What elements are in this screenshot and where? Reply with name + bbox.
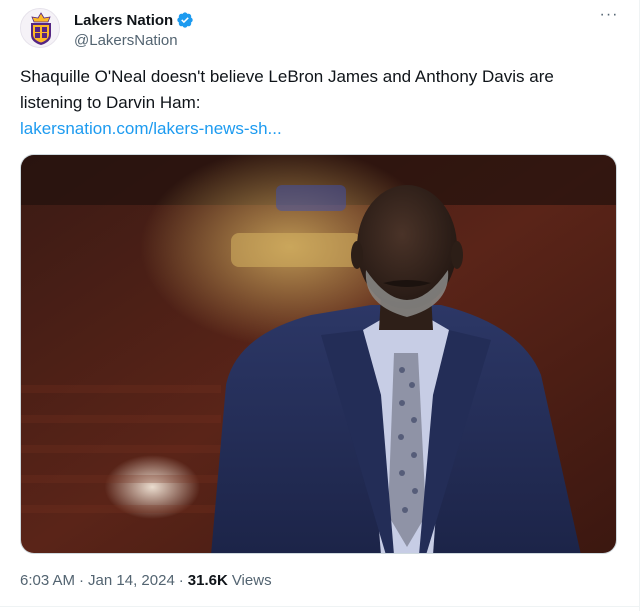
views-label: Views <box>231 572 272 589</box>
tweet-time[interactable]: 6:03 AM <box>20 572 75 589</box>
lakers-crest-logo <box>21 9 59 47</box>
tweet-date[interactable]: Jan 14, 2024 <box>88 572 175 589</box>
more-options-icon[interactable]: ··· <box>598 7 620 28</box>
display-name[interactable]: Lakers Nation <box>74 12 173 29</box>
tweet-text: Shaquille O'Neal doesn't believe LeBron … <box>20 67 554 112</box>
tweet-meta: 6:03 AM · Jan 14, 2024 · 31.6K Views <box>20 572 272 589</box>
meta-separator: · <box>79 572 85 589</box>
views-count[interactable]: 31.6K <box>188 572 228 589</box>
account-names: Lakers Nation @LakersNation <box>74 10 194 49</box>
tweet-media-image[interactable] <box>20 154 617 554</box>
tweet-header: Lakers Nation @LakersNation ··· <box>20 7 620 50</box>
tweet-link[interactable]: lakersnation.com/lakers-news-sh... <box>20 116 282 142</box>
account-handle[interactable]: @LakersNation <box>74 32 194 49</box>
photo-man-in-suit <box>21 155 616 553</box>
meta-separator: · <box>178 572 184 589</box>
verified-badge-icon[interactable] <box>176 11 194 29</box>
divider <box>0 606 640 607</box>
tweet-card: Lakers Nation @LakersNation ··· Shaquill… <box>0 0 640 611</box>
avatar[interactable] <box>20 8 60 48</box>
